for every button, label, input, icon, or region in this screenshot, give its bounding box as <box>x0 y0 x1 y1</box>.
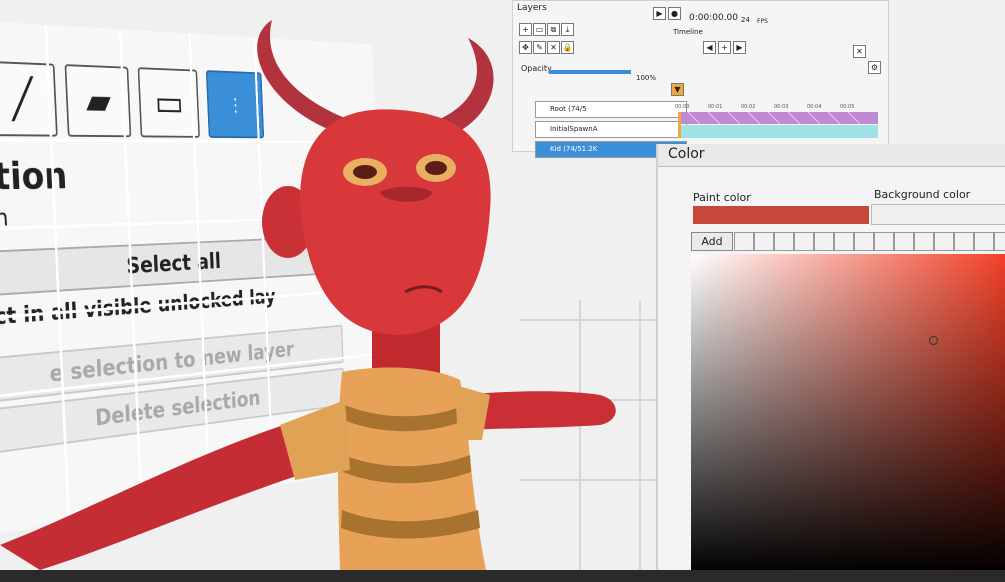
swatch-slot[interactable] <box>914 232 934 251</box>
opacity-label: Opacity <box>521 64 552 73</box>
background-color-swatch[interactable] <box>871 204 1005 225</box>
fps-label: FPS <box>757 18 768 25</box>
swatch-slot[interactable] <box>834 232 854 251</box>
ruler-tick: 00:03 <box>774 104 789 110</box>
ruler-tick: 00:00 <box>675 104 690 110</box>
layer-row-initialspawn[interactable]: InitialSpawnA <box>535 121 687 138</box>
swatch-slot[interactable] <box>814 232 834 251</box>
lock-icon[interactable]: 🔒 <box>561 41 574 54</box>
ruler-tick: 00:01 <box>708 104 723 110</box>
swatch-slot[interactable] <box>754 232 774 251</box>
folder-icon[interactable]: ▭ <box>533 23 546 36</box>
taskbar <box>0 570 1005 582</box>
swatch-slot[interactable] <box>854 232 874 251</box>
layer-name: Kid (74/51.2K <box>550 145 598 153</box>
swatch-slot[interactable] <box>734 232 754 251</box>
saturation-value-picker[interactable] <box>691 254 1005 574</box>
background-color-label: Background color <box>874 188 971 201</box>
opacity-value: 100% <box>636 74 657 82</box>
new-layer-icon[interactable]: + <box>519 23 532 36</box>
time-display: 0:00:00.00 <box>689 13 739 23</box>
ruler-tick: 00:02 <box>741 104 756 110</box>
opacity-slider[interactable] <box>549 70 631 74</box>
ruler-tick: 00:05 <box>840 104 855 110</box>
layer-row-root[interactable]: Root (74/5 <box>535 101 687 118</box>
layers-title: Layers <box>517 3 547 13</box>
ruler-tick: 00:04 <box>807 104 822 110</box>
paint-color-label: Paint color <box>693 191 751 204</box>
add-swatch-button[interactable]: Add <box>691 232 733 251</box>
settings-icon[interactable]: ⚙ <box>868 61 881 74</box>
timeline-track[interactable] <box>678 112 878 138</box>
color-panel: Color Paint color Background color Add <box>656 144 1005 574</box>
play-icon[interactable]: ▶ <box>653 7 666 20</box>
keyframe-prev-icon[interactable]: ◀ <box>703 41 716 54</box>
swatch-slot[interactable] <box>994 232 1005 251</box>
swatch-slot[interactable] <box>774 232 794 251</box>
delete-icon[interactable]: ✕ <box>547 41 560 54</box>
keyframe-next-icon[interactable]: ▶ <box>733 41 746 54</box>
paint-color-swatch[interactable] <box>693 206 869 224</box>
swatch-slot[interactable] <box>954 232 974 251</box>
swatch-slot[interactable] <box>874 232 894 251</box>
pen-icon[interactable]: ✎ <box>533 41 546 54</box>
timeline-label: Timeline <box>673 28 703 36</box>
layers-panel: Layers + ▭ ⧉ ⤓ ✥ ✎ ✕ 🔒 ▶ ● 0:00:00.00 24… <box>512 0 889 158</box>
swatch-slot[interactable] <box>894 232 914 251</box>
picker-cursor[interactable] <box>929 336 938 345</box>
panel-grid <box>0 19 389 538</box>
swatch-slot[interactable] <box>934 232 954 251</box>
selection-panel: ╱ ▰ ▭ ⋮ ction ion Select all ect in all … <box>0 18 389 539</box>
duplicate-icon[interactable]: ⧉ <box>547 23 560 36</box>
record-icon[interactable]: ● <box>668 7 681 20</box>
layer-name: InitialSpawnA <box>550 125 598 133</box>
merge-icon[interactable]: ⤓ <box>561 23 574 36</box>
close-icon[interactable]: ✕ <box>853 45 866 58</box>
playhead-marker-icon[interactable]: ▼ <box>671 83 684 96</box>
swatch-slot[interactable] <box>974 232 994 251</box>
color-panel-title: Color <box>658 144 1005 167</box>
move-icon[interactable]: ✥ <box>519 41 532 54</box>
fps-value[interactable]: 24 <box>741 16 750 24</box>
layer-name: Root (74/5 <box>550 105 587 113</box>
keyframe-add-icon[interactable]: + <box>718 41 731 54</box>
swatch-slot[interactable] <box>794 232 814 251</box>
